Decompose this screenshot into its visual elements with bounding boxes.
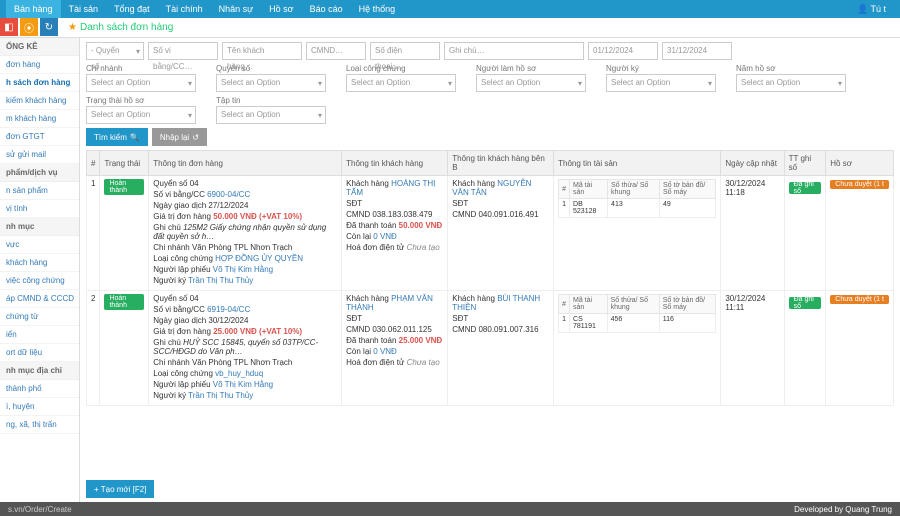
reset-icon: ↺ [192,133,199,142]
square-btn-2[interactable]: ⦿ [20,18,38,36]
title-bar: ◧ ⦿ ↻ ★Danh sách đơn hàng [0,18,900,38]
sidebar-group-header: nh mục địa chỉ [0,362,79,380]
nav-tab[interactable]: Tài sản [61,0,107,18]
filter-input[interactable]: Số vi bằng/CC… [148,42,218,60]
sidebar-item[interactable]: ort dữ liệu [0,344,79,362]
sidebar-item[interactable]: m khách hàng [0,110,79,128]
sidebar-item[interactable]: vị tính [0,200,79,218]
filter-input[interactable]: Ghi chú… [444,42,584,60]
table-header: # [87,151,100,176]
ghiso-badge: Đã ghi số [789,297,822,309]
top-nav: Bán hàngTài sảnTổng đạtTài chínhNhân sựH… [0,0,900,18]
sidebar-item[interactable]: việc công chứng [0,272,79,290]
filter-input[interactable]: 01/12/2024 [588,42,658,60]
sidebar-group-header: phẩm/dịch vụ [0,164,79,182]
search-button[interactable]: Tìm kiếm 🔍 [86,128,148,146]
nav-tab[interactable]: Tài chính [158,0,211,18]
table-row: 1Hoàn thànhQuyển số 04Số vi bằng/CC 6900… [87,176,894,291]
sidebar: ỐNG KÊ đơn hàngh sách đơn hàngkiếm khách… [0,38,80,502]
nav-tab[interactable]: Bán hàng [6,0,61,18]
sidebar-item[interactable]: thành phố [0,380,79,398]
sidebar-header: ỐNG KÊ [0,38,79,56]
page-title: ★Danh sách đơn hàng [68,22,173,33]
footer-dev: Developed by Quang Trung [794,505,892,514]
filter-input[interactable]: - Quyển số - [86,42,144,60]
sidebar-item[interactable]: đơn hàng [0,56,79,74]
filter-row-top: - Quyển số -Số vi bằng/CC…Tên khách hàng… [86,42,894,60]
filter-label: Người làm hồ sơ [476,64,586,73]
filter-select[interactable]: Select an Option [86,106,196,124]
filter-label: Loại công chứng [346,64,456,73]
filter-label: Tập tin [216,96,326,105]
nav-tab[interactable]: Hệ thống [351,0,404,18]
filter-select[interactable]: Select an Option [736,74,846,92]
orders-table: #Trạng tháiThông tin đơn hàngThông tin k… [86,150,894,406]
filter-select[interactable]: Select an Option [476,74,586,92]
filter-label: Năm hồ sơ [736,64,846,73]
table-header: Thông tin đơn hàng [149,151,342,176]
filter-select[interactable]: Select an Option [86,74,196,92]
table-header: TT ghi số [784,151,826,176]
hoso-badge[interactable]: Chưa duyệt (1 t [830,295,889,304]
table-header: Thông tin khách hàng [342,151,448,176]
sidebar-item[interactable]: vực [0,236,79,254]
ghiso-badge: Đã ghi số [789,182,822,194]
filter-input[interactable]: 31/12/2024 [662,42,732,60]
nav-tab[interactable]: Báo cáo [302,0,351,18]
sidebar-item[interactable]: ng, xã, thị trấn [0,416,79,434]
filter-select[interactable]: Select an Option [216,74,326,92]
status-badge: Hoàn thành [104,294,144,310]
filter-buttons: Tìm kiếm 🔍 Nhập lại ↺ [86,128,894,146]
status-badge: Hoàn thành [104,179,144,195]
user-menu[interactable]: 👤 Tú t [849,4,894,15]
sidebar-group-header: nh mục [0,218,79,236]
sidebar-item[interactable]: n sản phẩm [0,182,79,200]
sidebar-item[interactable]: ì, huyện [0,398,79,416]
footer-url: s.vn/Order/Create [8,505,72,514]
filter-label: Trạng thái hồ sơ [86,96,196,105]
table-row: 2Hoàn thànhQuyển số 04Số vi bằng/CC 6919… [87,291,894,406]
sidebar-item[interactable]: đơn GTGT [0,128,79,146]
filter-select[interactable]: Select an Option [346,74,456,92]
nav-tab[interactable]: Tổng đạt [106,0,158,18]
nav-tab[interactable]: Hồ sơ [261,0,301,18]
table-header: Trạng thái [100,151,149,176]
footer: s.vn/Order/Create Developed by Quang Tru… [0,502,900,516]
sidebar-item[interactable]: kiếm khách hàng [0,92,79,110]
sidebar-item[interactable]: chứng từ [0,308,79,326]
sidebar-item[interactable]: iển [0,326,79,344]
table-header: Hồ sơ [826,151,894,176]
filter-input[interactable]: Số điện thoại… [370,42,440,60]
sidebar-item[interactable]: áp CMND & CCCD [0,290,79,308]
square-btn-3[interactable]: ↻ [40,18,58,36]
sidebar-item[interactable]: h sách đơn hàng [0,74,79,92]
filter-row-2: Chi nhánhSelect an OptionQuyển sốSelect … [86,64,894,92]
content-area: - Quyển số -Số vi bằng/CC…Tên khách hàng… [80,38,900,502]
sidebar-item[interactable]: sử gửi mail [0,146,79,164]
table-header: Ngày cập nhật [721,151,784,176]
filter-label: Người ký [606,64,716,73]
add-new-button[interactable]: + Tạo mới [F2] [86,480,154,498]
square-btn-1[interactable]: ◧ [0,18,18,36]
filter-row-3: Trạng thái hồ sơSelect an OptionTập tinS… [86,96,894,124]
filter-select[interactable]: Select an Option [216,106,326,124]
filter-input[interactable]: Tên khách hàng… [222,42,302,60]
reset-button[interactable]: Nhập lại ↺ [152,128,207,146]
filter-input[interactable]: CMND… [306,42,366,60]
sidebar-item[interactable]: khách hàng [0,254,79,272]
table-header: Thông tin khách hàng bên B [448,151,554,176]
filter-select[interactable]: Select an Option [606,74,716,92]
search-icon: 🔍 [130,133,140,142]
nav-tab[interactable]: Nhân sự [211,0,262,18]
table-header: Thông tin tài sản [554,151,721,176]
hoso-badge[interactable]: Chưa duyệt (1 t [830,180,889,189]
